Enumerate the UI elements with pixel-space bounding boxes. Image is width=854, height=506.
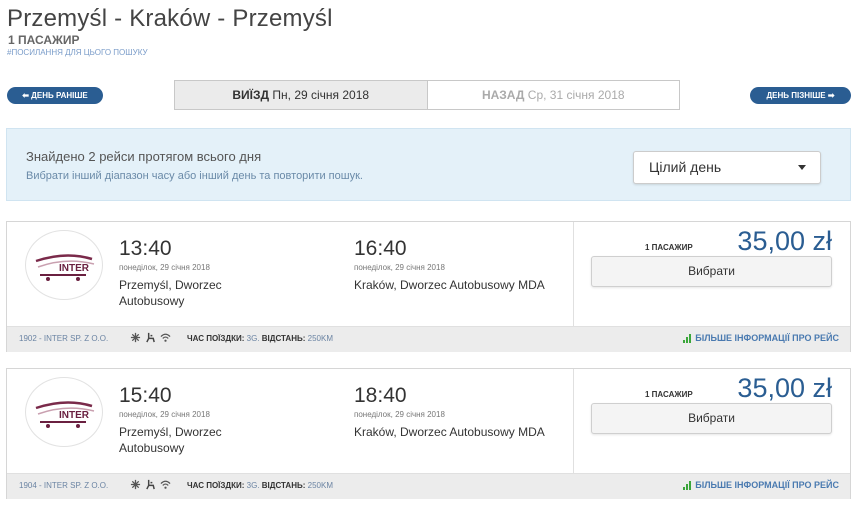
departure-place: Przemyśl, Dworzec Autobusowy xyxy=(119,278,222,308)
svg-text:INTER: INTER xyxy=(59,263,90,274)
outbound-prefix: ВИЇЗД xyxy=(232,88,270,102)
signal-bars-icon xyxy=(683,480,692,490)
wifi-icon xyxy=(160,333,171,342)
search-permalink[interactable]: #ПОСИЛАННЯ ДЛЯ ЦЬОГО ПОШУКУ xyxy=(7,48,148,57)
results-summary: Знайдено 2 рейси протягом всього дня xyxy=(26,149,262,164)
departure-place: Przemyśl, Dworzec Autobusowy xyxy=(119,425,222,455)
signal-bars-icon xyxy=(683,333,692,343)
duration-value: 3G. xyxy=(246,481,260,490)
arrival-date: понеділок, 29 січня 2018 xyxy=(354,410,445,419)
departure-date: понеділок, 29 січня 2018 xyxy=(119,410,210,419)
select-trip-button[interactable]: Вибрати xyxy=(591,256,832,287)
chevron-down-icon xyxy=(798,165,806,170)
departure-time: 13:40 xyxy=(119,237,172,260)
more-info-label: БІЛЬШЕ ІНФОРМАЦІЇ ПРО РЕЙС xyxy=(695,480,839,490)
more-info-label: БІЛЬШЕ ІНФОРМАЦІЇ ПРО РЕЙС xyxy=(695,333,839,343)
duration-value: 3G. xyxy=(246,334,260,343)
trip-meta: ЧАС ПОЇЗДКИ: 3G. ВІДСТАНЬ: 250KM xyxy=(187,334,333,343)
accessible-seat-icon xyxy=(146,332,155,343)
carrier-name: 1902 - INTER SP. Z O.O. xyxy=(19,334,109,343)
next-day-button[interactable]: ДЕНЬ ПІЗНІШЕ ➡ xyxy=(750,87,851,104)
trip-footer: 1904 - INTER SP. Z O.O. ЧАС ПОЇЗДКИ: 3G.… xyxy=(7,473,850,499)
trip-card: INTER 15:40 понеділок, 29 січня 2018 Prz… xyxy=(6,368,851,499)
price-passengers: 1 ПАСАЖИР xyxy=(645,243,693,252)
carrier-name: 1904 - INTER SP. Z O.O. xyxy=(19,481,109,490)
price: 35,00 zł xyxy=(737,226,832,256)
previous-day-button[interactable]: ⬅ ДЕНЬ РАНІШЕ xyxy=(7,87,103,104)
distance-label: ВІДСТАНЬ: xyxy=(261,481,306,490)
arrival-place: Kraków, Dworzec Autobusowy MDA xyxy=(354,425,545,439)
trip-meta: ЧАС ПОЇЗДКИ: 3G. ВІДСТАНЬ: 250KM xyxy=(187,481,333,490)
inter-logo-icon: INTER xyxy=(35,254,95,281)
select-trip-button[interactable]: Вибрати xyxy=(591,403,832,434)
search-info-box: Знайдено 2 рейси протягом всього дня Виб… xyxy=(6,128,851,201)
divider xyxy=(573,369,574,473)
arrival-time: 18:40 xyxy=(354,384,407,407)
amenities xyxy=(130,332,171,343)
inter-logo-icon: INTER xyxy=(35,401,95,428)
distance-value: 250KM xyxy=(307,334,333,343)
duration-label: ЧАС ПОЇЗДКИ: xyxy=(187,334,245,343)
time-range-select[interactable]: Цілий день xyxy=(633,151,821,184)
time-range-value: Цілий день xyxy=(649,159,722,175)
more-info-link[interactable]: БІЛЬШЕ ІНФОРМАЦІЇ ПРО РЕЙС xyxy=(683,480,839,490)
price: 35,00 zł xyxy=(737,373,832,403)
outbound-date: Пн, 29 січня 2018 xyxy=(272,88,370,102)
tab-return[interactable]: НАЗАД Ср, 31 січня 2018 xyxy=(428,81,680,109)
tab-outbound[interactable]: ВИЇЗД Пн, 29 січня 2018 xyxy=(175,81,428,109)
date-tabs: ВИЇЗД Пн, 29 січня 2018 НАЗАД Ср, 31 січ… xyxy=(174,80,680,110)
duration-label: ЧАС ПОЇЗДКИ: xyxy=(187,481,245,490)
departure-time: 15:40 xyxy=(119,384,172,407)
svg-text:INTER: INTER xyxy=(59,410,90,421)
trip-card: INTER 13:40 понеділок, 29 січня 2018 Prz… xyxy=(6,221,851,352)
carrier-logo: INTER xyxy=(25,377,103,447)
more-info-link[interactable]: БІЛЬШЕ ІНФОРМАЦІЇ ПРО РЕЙС xyxy=(683,333,839,343)
air-conditioning-icon xyxy=(130,332,141,343)
return-prefix: НАЗАД xyxy=(481,88,525,102)
arrival-time: 16:40 xyxy=(354,237,407,260)
divider xyxy=(573,222,574,326)
distance-label: ВІДСТАНЬ: xyxy=(261,334,306,343)
arrival-place: Kraków, Dworzec Autobusowy MDA xyxy=(354,278,545,292)
departure-date: понеділок, 29 січня 2018 xyxy=(119,263,210,272)
arrival-date: понеділок, 29 січня 2018 xyxy=(354,263,445,272)
price-passengers: 1 ПАСАЖИР xyxy=(645,390,693,399)
accessible-seat-icon xyxy=(146,479,155,490)
trip-footer: 1902 - INTER SP. Z O.O. ЧАС ПОЇЗДКИ: 3G.… xyxy=(7,326,850,352)
return-date: Ср, 31 січня 2018 xyxy=(527,88,625,102)
carrier-logo: INTER xyxy=(25,230,103,300)
results-hint: Вибрати інший діапазон часу або інший де… xyxy=(26,170,363,182)
page-title: Przemyśl - Kraków - Przemyśl xyxy=(7,5,333,32)
passenger-count: 1 ПАСАЖИР xyxy=(8,33,80,47)
amenities xyxy=(130,479,171,490)
air-conditioning-icon xyxy=(130,479,141,490)
distance-value: 250KM xyxy=(307,481,333,490)
wifi-icon xyxy=(160,480,171,489)
